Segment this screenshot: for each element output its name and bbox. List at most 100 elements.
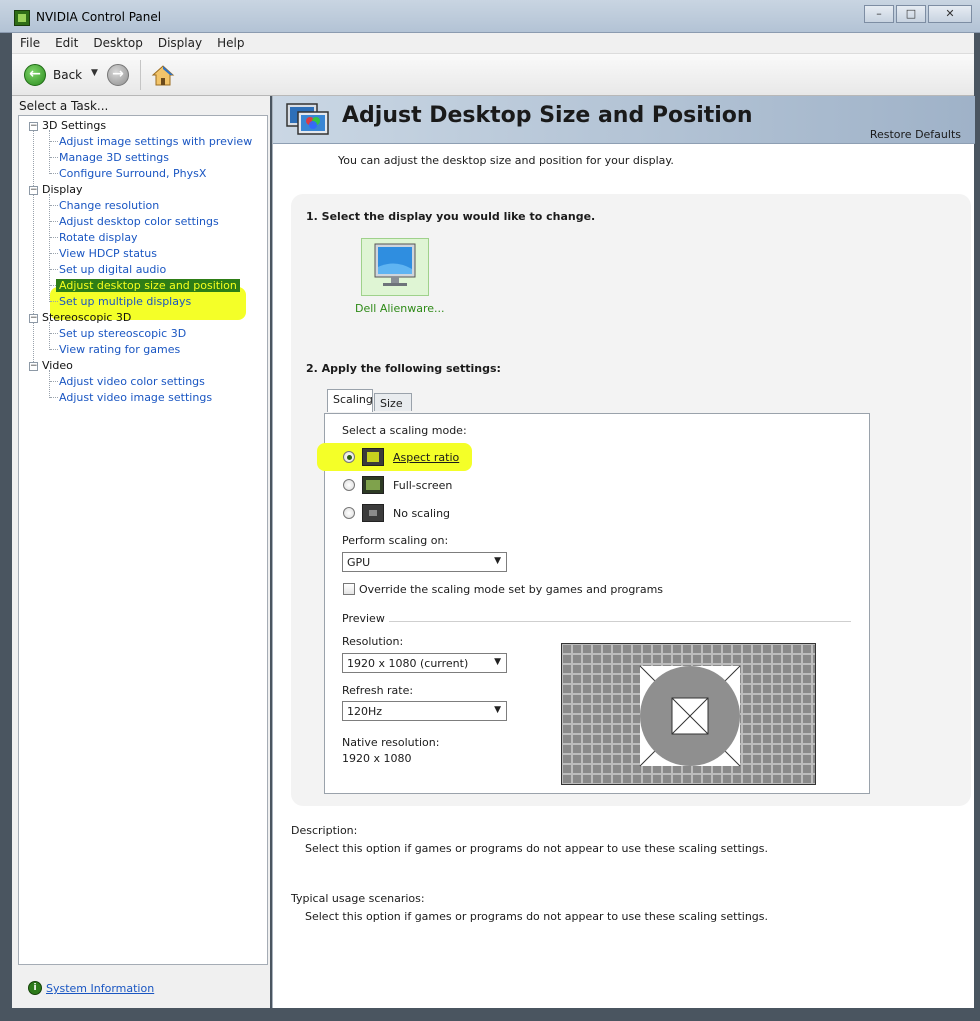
chevron-down-icon: ▼ [494, 556, 501, 566]
full-screen-label[interactable]: Full-screen [393, 479, 452, 492]
tree-connector [50, 141, 58, 142]
sidebar-item-adjust-image-settings[interactable]: Adjust image settings with preview [59, 135, 252, 148]
tree-group-3d-settings[interactable]: 3D Settings [42, 119, 106, 132]
sidebar-item-hdcp-status[interactable]: View HDCP status [59, 247, 157, 260]
tree-connector [49, 130, 50, 174]
override-label[interactable]: Override the scaling mode set by games a… [359, 583, 663, 596]
step1-heading: 1. Select the display you would like to … [306, 210, 596, 223]
tree-connector [50, 381, 58, 382]
restore-defaults-link[interactable]: Restore Defaults [870, 128, 961, 141]
perform-scaling-label: Perform scaling on: [342, 534, 449, 547]
refresh-rate-value: 120Hz [347, 705, 383, 718]
menu-bar: File Edit Desktop Display Help [12, 33, 974, 54]
no-scaling-label[interactable]: No scaling [393, 507, 450, 520]
menu-file[interactable]: File [20, 36, 40, 50]
preview-divider [389, 621, 851, 622]
no-scaling-mode-icon [362, 504, 384, 522]
sidebar-item-setup-stereoscopic[interactable]: Set up stereoscopic 3D [59, 327, 186, 340]
tree-connector [50, 349, 58, 350]
collapse-toggle[interactable]: − [29, 122, 38, 131]
page-intro: You can adjust the desktop size and posi… [338, 154, 674, 167]
resolution-select[interactable]: 1920 x 1080 (current) ▼ [342, 653, 507, 673]
home-icon[interactable] [151, 63, 175, 87]
title-bar: NVIDIA Control Panel – □ ✕ [0, 0, 980, 33]
minimize-button[interactable]: – [864, 5, 894, 23]
tree-group-stereoscopic-3d[interactable]: Stereoscopic 3D [42, 311, 131, 324]
resolution-value: 1920 x 1080 (current) [347, 657, 469, 670]
sidebar-item-rotate-display[interactable]: Rotate display [59, 231, 138, 244]
full-screen-radio[interactable] [343, 479, 355, 491]
override-checkbox[interactable] [343, 583, 355, 595]
display-name[interactable]: Dell Alienware... [355, 302, 445, 315]
info-icon: i [28, 981, 42, 995]
back-button-label[interactable]: Back [53, 68, 82, 82]
select-task-label: Select a Task... [19, 99, 109, 113]
aspect-ratio-label[interactable]: Aspect ratio [393, 451, 459, 464]
page-title: Adjust Desktop Size and Position [342, 103, 753, 128]
tree-connector [33, 130, 34, 370]
sidebar-item-desktop-size-position[interactable]: Adjust desktop size and position [56, 279, 240, 292]
sidebar-item-video-image[interactable]: Adjust video image settings [59, 391, 212, 404]
collapse-toggle[interactable]: − [29, 362, 38, 371]
tree-connector [50, 205, 58, 206]
menu-edit[interactable]: Edit [55, 36, 78, 50]
back-arrow-icon[interactable]: ← [24, 64, 46, 86]
window-title: NVIDIA Control Panel [36, 10, 162, 24]
no-scaling-radio[interactable] [343, 507, 355, 519]
sidebar-item-desktop-color[interactable]: Adjust desktop color settings [59, 215, 219, 228]
tree-group-display[interactable]: Display [42, 183, 83, 196]
tree-connector [49, 322, 50, 350]
description-heading: Description: [291, 824, 358, 837]
sidebar-item-video-color[interactable]: Adjust video color settings [59, 375, 205, 388]
nvidia-app-icon [14, 10, 30, 26]
task-sidebar: Select a Task... − 3D Settings Adjust im… [12, 96, 270, 1008]
sidebar-item-change-resolution[interactable]: Change resolution [59, 199, 159, 212]
menu-display[interactable]: Display [158, 36, 202, 50]
tab-scaling[interactable]: Scaling [327, 389, 373, 412]
toolbar-divider [140, 60, 141, 90]
usage-text: Select this option if games or programs … [305, 910, 769, 923]
tree-group-video[interactable]: Video [42, 359, 73, 372]
aspect-ratio-text[interactable]: Aspect ratio [393, 451, 459, 464]
back-history-dropdown-icon[interactable]: ▼ [91, 68, 98, 78]
perform-scaling-select[interactable]: GPU ▼ [342, 552, 507, 572]
system-information-link[interactable]: System Information [46, 982, 154, 995]
sidebar-item-manage-3d-settings[interactable]: Manage 3D settings [59, 151, 169, 164]
task-tree: − 3D Settings Adjust image settings with… [18, 115, 268, 965]
collapse-toggle[interactable]: − [29, 186, 38, 195]
aspect-ratio-radio[interactable] [343, 451, 355, 463]
forward-arrow-icon[interactable]: → [107, 64, 129, 86]
sidebar-item-rating-for-games[interactable]: View rating for games [59, 343, 180, 356]
chevron-down-icon: ▼ [494, 705, 501, 715]
menu-help[interactable]: Help [217, 36, 244, 50]
selected-item-label[interactable]: Adjust desktop size and position [56, 279, 240, 292]
tree-connector [50, 397, 58, 398]
tree-connector [50, 237, 58, 238]
tree-connector [50, 301, 58, 302]
sidebar-item-configure-surround[interactable]: Configure Surround, PhysX [59, 167, 206, 180]
tree-connector [50, 269, 58, 270]
display-tile[interactable] [361, 238, 429, 296]
tree-connector [50, 221, 58, 222]
scaling-preview [561, 643, 816, 785]
maximize-button[interactable]: □ [896, 5, 926, 23]
scaling-tab-panel: Select a scaling mode: Aspect ratio Full… [317, 413, 870, 794]
close-button[interactable]: ✕ [928, 5, 972, 23]
step2-heading: 2. Apply the following settings: [306, 362, 501, 375]
preview-test-pattern [562, 644, 815, 784]
tab-size[interactable]: Size [374, 393, 412, 411]
usage-heading: Typical usage scenarios: [291, 892, 425, 905]
monitor-icon [374, 243, 416, 286]
sidebar-item-multiple-displays[interactable]: Set up multiple displays [59, 295, 191, 308]
window-controls: – □ ✕ [864, 5, 972, 23]
menu-desktop[interactable]: Desktop [93, 36, 143, 50]
aspect-ratio-mode-icon [362, 448, 384, 466]
refresh-rate-label: Refresh rate: [342, 684, 414, 697]
full-screen-mode-icon [362, 476, 384, 494]
refresh-rate-select[interactable]: 120Hz ▼ [342, 701, 507, 721]
perform-scaling-value: GPU [347, 556, 371, 569]
native-resolution-label: Native resolution: [342, 736, 440, 749]
sidebar-item-digital-audio[interactable]: Set up digital audio [59, 263, 166, 276]
collapse-toggle[interactable]: − [29, 314, 38, 323]
page-banner: Adjust Desktop Size and Position Restore… [273, 96, 975, 144]
